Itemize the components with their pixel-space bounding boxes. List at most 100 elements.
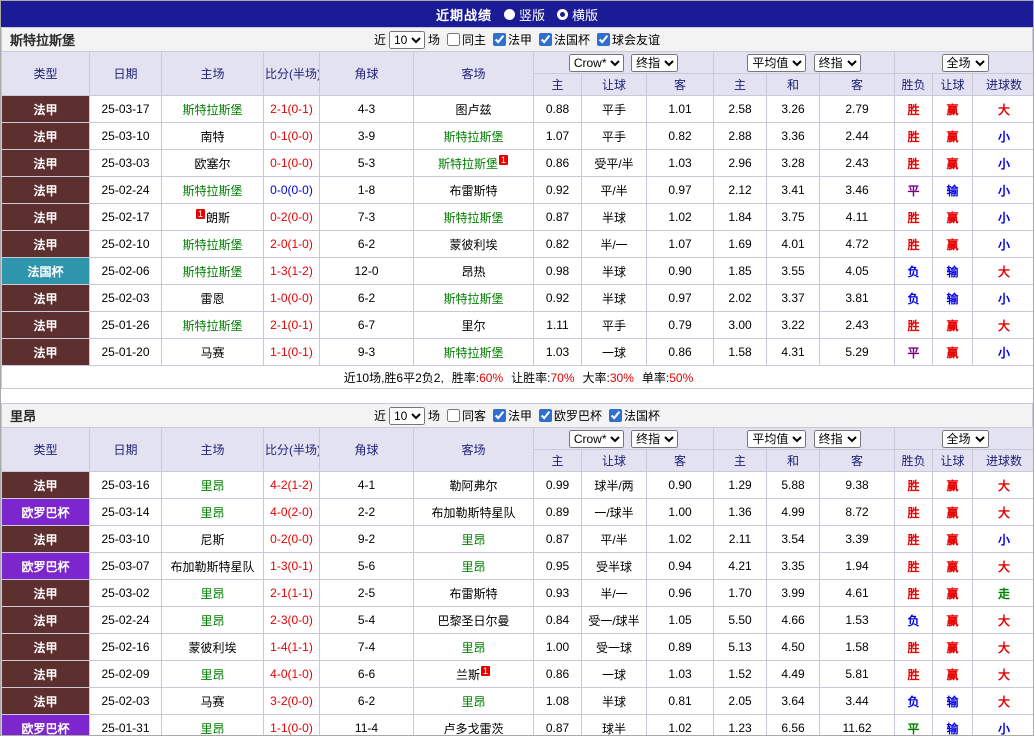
away-team-name: 布雷斯特: [449, 183, 498, 198]
euro-final-select[interactable]: 终指: [813, 429, 861, 448]
euro-draw-odds: 3.64: [766, 687, 820, 715]
filter-checkbox[interactable]: 欧罗巴杯: [539, 407, 602, 424]
filter-checkbox[interactable]: 法甲: [493, 407, 532, 424]
away-team-cell: 勒阿弗尔: [413, 471, 534, 499]
checkbox-label: 法甲: [508, 408, 533, 423]
euro-away-odds: 1.94: [818, 552, 896, 580]
asian-handicap: 半球: [581, 203, 647, 231]
recent-count-select[interactable]: 10: [388, 30, 425, 49]
asian-handicap: 半球: [581, 257, 647, 285]
euro-home-odds: 1.58: [713, 338, 767, 366]
euro-away-odds: 2.43: [818, 311, 896, 339]
handicap-result-header: 让球: [932, 449, 974, 472]
result-goals: 大: [972, 633, 1033, 661]
near-label: 近: [373, 33, 386, 47]
result-goals: 小: [972, 176, 1033, 204]
asian-handicap: 半球: [581, 687, 647, 715]
home-team-cell: 里昂: [161, 579, 264, 607]
checkbox-input[interactable]: [446, 408, 460, 422]
match-row: 法甲 25-02-16 蒙彼利埃 1-4(1-1) 7-4 里昂 1.00 受一球 0.89 5.…: [1, 633, 1033, 661]
away-team-name: 蒙彼利埃: [449, 237, 498, 252]
asian-home-odds: 0.87: [533, 203, 582, 231]
result-handicap: 赢: [932, 311, 974, 339]
checkbox-input[interactable]: [493, 408, 506, 422]
team-section: 斯特拉斯堡 近 10 场 同主 法甲 法国杯 球会友谊 类型 日期 主场 比分(半: [1, 27, 1033, 389]
result-goals: 大: [972, 552, 1033, 580]
euro-draw-header: 和: [766, 449, 820, 472]
asian-source-select[interactable]: Crow*: [568, 53, 624, 72]
filter-checkbox[interactable]: 同客: [446, 407, 486, 424]
layout-option-horizontal[interactable]: 横版: [557, 5, 598, 24]
home-team-cell: 尼斯: [161, 525, 264, 553]
asian-source-select[interactable]: Crow*: [568, 429, 624, 448]
league-type-cell: 法甲: [1, 95, 90, 123]
checkbox-input[interactable]: [609, 408, 623, 422]
score-cell: 2-0(1-0): [263, 230, 320, 258]
euro-draw-odds: 4.99: [766, 498, 820, 526]
filter-checkbox[interactable]: 同主: [446, 31, 486, 48]
asian-final-select[interactable]: 终指: [631, 429, 679, 448]
score-cell: 0-1(0-0): [263, 149, 320, 177]
euro-final-select[interactable]: 终指: [813, 53, 861, 72]
euro-source-select[interactable]: 平均值: [747, 53, 807, 72]
corners-cell: 3-9: [319, 122, 414, 150]
asian-handicap: 球半/两: [581, 471, 647, 499]
euro-draw-odds: 3.41: [766, 176, 820, 204]
home-team-cell: 布加勒斯特星队: [161, 552, 264, 580]
result-handicap: 输: [932, 284, 974, 312]
euro-away-header: 客: [818, 73, 896, 96]
asian-away-odds: 0.97: [646, 284, 714, 312]
asian-home-odds: 1.08: [533, 687, 582, 715]
result-goals: 大: [972, 606, 1033, 634]
match-date: 25-02-10: [89, 230, 162, 258]
radio-icon[interactable]: [557, 8, 568, 20]
checkbox-input[interactable]: [597, 32, 611, 46]
checkbox-input[interactable]: [493, 32, 506, 46]
asian-away-odds: 0.82: [646, 122, 714, 150]
corners-cell: 4-3: [319, 95, 414, 123]
radio-icon[interactable]: [503, 8, 515, 20]
filter-checkbox[interactable]: 法国杯: [609, 407, 660, 424]
asian-final-select[interactable]: 终指: [631, 53, 679, 72]
asian-handicap: 一球: [581, 660, 647, 688]
scope-select[interactable]: 全场: [941, 429, 989, 448]
section-header-bar: 里昂 近 10 场 同客 法甲 欧罗巴杯 法国杯: [1, 403, 1033, 427]
match-row: 欧罗巴杯 25-03-07 布加勒斯特星队 1-3(0-1) 5-6 里昂 0.95 受半球 0…: [1, 552, 1033, 580]
checkbox-input[interactable]: [539, 408, 553, 422]
league-type-cell: 欧罗巴杯: [1, 498, 90, 526]
games-label: 场: [427, 33, 440, 47]
away-team-name: 里昂: [461, 640, 486, 655]
euro-draw-odds: 3.37: [766, 284, 820, 312]
home-team-name: 斯特拉斯堡: [182, 183, 243, 198]
away-team-name: 昂热: [461, 264, 486, 279]
corners-cell: 7-3: [319, 203, 414, 231]
scope-select[interactable]: 全场: [941, 53, 989, 72]
checkbox-input[interactable]: [539, 32, 553, 46]
layout-option-vertical[interactable]: 竖版: [503, 5, 545, 24]
recent-count-select[interactable]: 10: [388, 406, 425, 425]
summary-stat-label: 胜率:: [451, 370, 480, 385]
score-cell: 1-1(0-1): [263, 338, 320, 366]
filter-checkbox[interactable]: 球会友谊: [597, 31, 660, 48]
result-handicap: 输: [932, 176, 974, 204]
euro-source-select[interactable]: 平均值: [747, 429, 807, 448]
asian-odds-header: Crow* 终指: [533, 51, 714, 74]
euro-draw-odds: 4.50: [766, 633, 820, 661]
checkbox-label: 法甲: [508, 32, 533, 47]
away-team-cell: 兰斯 1: [413, 660, 534, 688]
result-handicap: 赢: [932, 95, 974, 123]
asian-home-odds: 0.98: [533, 257, 582, 285]
filter-checkbox[interactable]: 法甲: [493, 31, 532, 48]
asian-away-odds: 0.86: [646, 338, 714, 366]
euro-home-odds: 2.02: [713, 284, 767, 312]
league-type-cell: 法甲: [1, 176, 90, 204]
checkbox-input[interactable]: [446, 32, 460, 46]
red-card-badge: 1: [481, 665, 491, 676]
away-team-name: 斯特拉斯堡: [443, 291, 504, 306]
summary-stat-value: 30%: [609, 370, 634, 385]
euro-draw-odds: 3.28: [766, 149, 820, 177]
euro-draw-odds: 4.49: [766, 660, 820, 688]
filter-checkbox[interactable]: 法国杯: [539, 31, 590, 48]
euro-away-odds: 3.81: [818, 284, 896, 312]
result-header: 胜负: [894, 73, 934, 96]
